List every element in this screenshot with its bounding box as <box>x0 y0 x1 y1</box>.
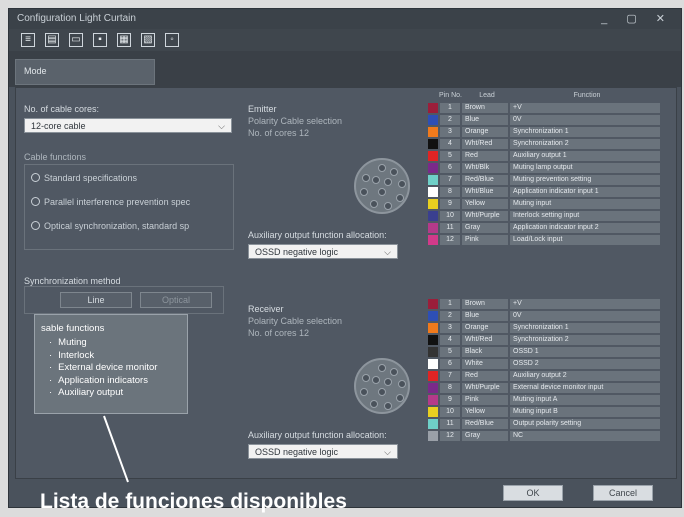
callout-pointer <box>103 415 129 483</box>
callout-pointer-line <box>103 415 129 483</box>
caption-text: Lista de funciones disponibles <box>40 490 347 513</box>
